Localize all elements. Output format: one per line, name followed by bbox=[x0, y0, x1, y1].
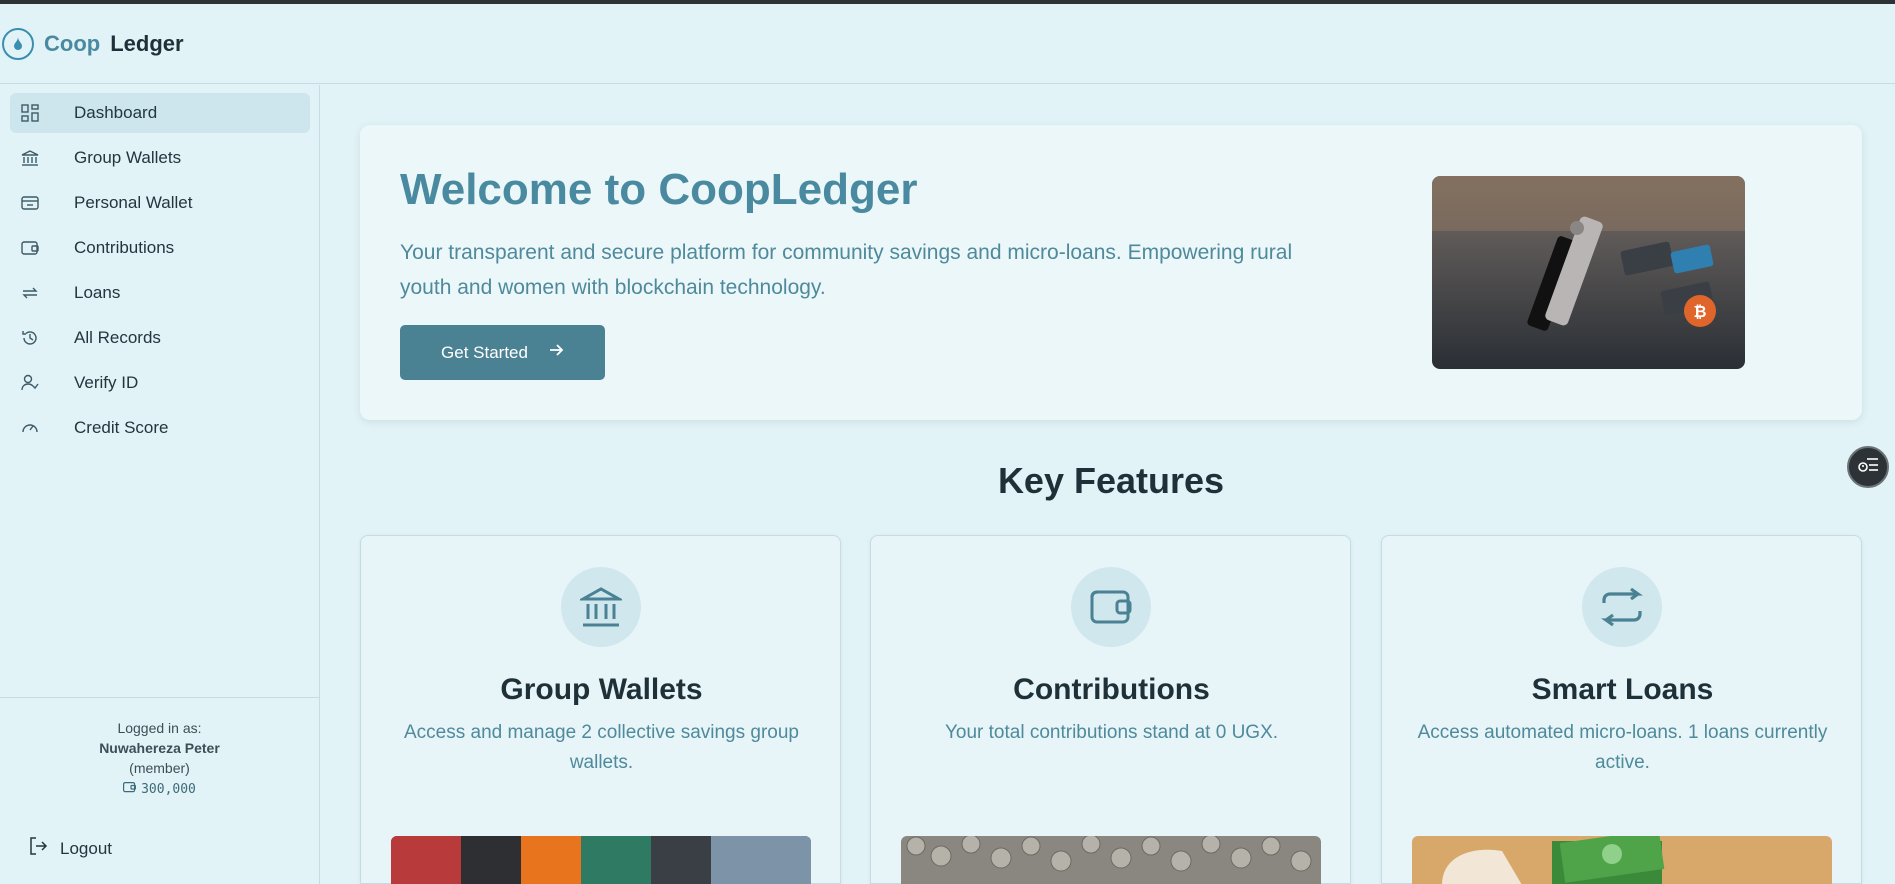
arrow-right-icon bbox=[548, 342, 564, 363]
logout-icon bbox=[28, 836, 48, 861]
repeat-icon bbox=[1582, 567, 1662, 647]
repeat-icon bbox=[20, 283, 40, 303]
floating-settings-button[interactable] bbox=[1847, 446, 1889, 488]
sidebar: Dashboard Group Wallets Personal Wallet … bbox=[0, 85, 320, 884]
sidebar-item-label: Credit Score bbox=[74, 418, 169, 437]
sidebar-item-personal-wallet[interactable]: Personal Wallet bbox=[10, 183, 310, 223]
sidebar-item-contributions[interactable]: Contributions bbox=[10, 228, 310, 268]
logout-button[interactable]: Logout bbox=[28, 836, 112, 861]
sidebar-nav: Dashboard Group Wallets Personal Wallet … bbox=[10, 93, 310, 453]
get-started-button[interactable]: Get Started bbox=[400, 325, 605, 380]
page-title: Welcome to CoopLedger bbox=[400, 165, 918, 214]
sidebar-item-verify-id[interactable]: Verify ID bbox=[10, 363, 310, 403]
feature-card-smart-loans[interactable]: Smart Loans Access automated micro-loans… bbox=[1381, 535, 1862, 884]
user-name: Nuwahereza Peter bbox=[99, 740, 220, 756]
sidebar-item-label: All Records bbox=[74, 328, 161, 347]
feature-card-contributions[interactable]: Contributions Your total contributions s… bbox=[870, 535, 1351, 884]
features-heading: Key Features bbox=[997, 460, 1225, 501]
card-title: Smart Loans bbox=[1531, 673, 1714, 706]
hero-description: Your transparent and secure platform for… bbox=[400, 241, 1293, 299]
main-content: Welcome to CoopLedger Your transparent a… bbox=[320, 85, 1895, 884]
coins-photo bbox=[901, 836, 1321, 884]
welcome-hero: Welcome to CoopLedger Your transparent a… bbox=[360, 125, 1862, 420]
card-description: Access automated micro-loans. 1 loans cu… bbox=[1417, 722, 1828, 773]
brand-part-coop: Coop bbox=[44, 30, 101, 56]
sidebar-item-label: Personal Wallet bbox=[74, 193, 193, 212]
wallet-cards-icon bbox=[20, 238, 40, 258]
card-description: Your total contributions stand at 0 UGX. bbox=[944, 722, 1279, 743]
balance-value: 300,000 bbox=[141, 782, 196, 797]
bank-icon bbox=[561, 567, 641, 647]
user-info: Logged in as: Nuwahereza Peter (member) … bbox=[0, 698, 319, 800]
wallet-balance: 300,000 bbox=[123, 780, 196, 800]
svg-text:₿: ₿ bbox=[1693, 302, 1706, 321]
logo-icon[interactable] bbox=[2, 27, 34, 60]
card-description: Access and manage 2 collective savings g… bbox=[403, 722, 799, 773]
feature-card-group-wallets[interactable]: Group Wallets Access and manage 2 collec… bbox=[360, 535, 841, 884]
sidebar-item-all-records[interactable]: All Records bbox=[10, 318, 310, 358]
sidebar-item-label: Contributions bbox=[74, 238, 175, 257]
user-check-icon bbox=[20, 373, 40, 393]
sidebar-item-label: Group Wallets bbox=[74, 148, 182, 167]
history-icon bbox=[20, 328, 40, 348]
group-wallets-photo bbox=[391, 836, 811, 884]
user-role: (member) bbox=[129, 760, 190, 776]
sidebar-item-label: Verify ID bbox=[74, 373, 139, 392]
sidebar-item-dashboard[interactable]: Dashboard bbox=[10, 93, 310, 133]
card-title: Group Wallets bbox=[500, 673, 703, 706]
logout-label: Logout bbox=[60, 838, 112, 858]
wallet-icon bbox=[1071, 567, 1151, 647]
app-header: Coop Ledger bbox=[0, 4, 1895, 84]
sidebar-item-label: Loans bbox=[74, 283, 121, 302]
sidebar-item-loans[interactable]: Loans bbox=[10, 273, 310, 313]
settings-list-icon bbox=[1856, 455, 1880, 480]
wallet-icon bbox=[20, 193, 40, 213]
hardware-wallet-photo: ₿ bbox=[1432, 176, 1745, 369]
sidebar-item-credit-score[interactable]: Credit Score bbox=[10, 408, 310, 448]
sidebar-item-label: Dashboard bbox=[74, 103, 158, 122]
bank-icon bbox=[20, 148, 40, 168]
cash-photo bbox=[1412, 836, 1832, 884]
wallet-icon bbox=[123, 780, 137, 800]
get-started-label: Get Started bbox=[441, 342, 528, 362]
sidebar-item-group-wallets[interactable]: Group Wallets bbox=[10, 138, 310, 178]
card-title: Contributions bbox=[1013, 673, 1210, 706]
app-title[interactable]: Coop Ledger bbox=[44, 31, 184, 57]
logged-in-label: Logged in as: bbox=[117, 720, 202, 736]
gauge-icon bbox=[20, 418, 40, 438]
sidebar-footer: Logged in as: Nuwahereza Peter (member) … bbox=[0, 697, 319, 884]
dashboard-icon bbox=[20, 103, 40, 123]
brand-part-ledger: Ledger bbox=[110, 30, 184, 56]
